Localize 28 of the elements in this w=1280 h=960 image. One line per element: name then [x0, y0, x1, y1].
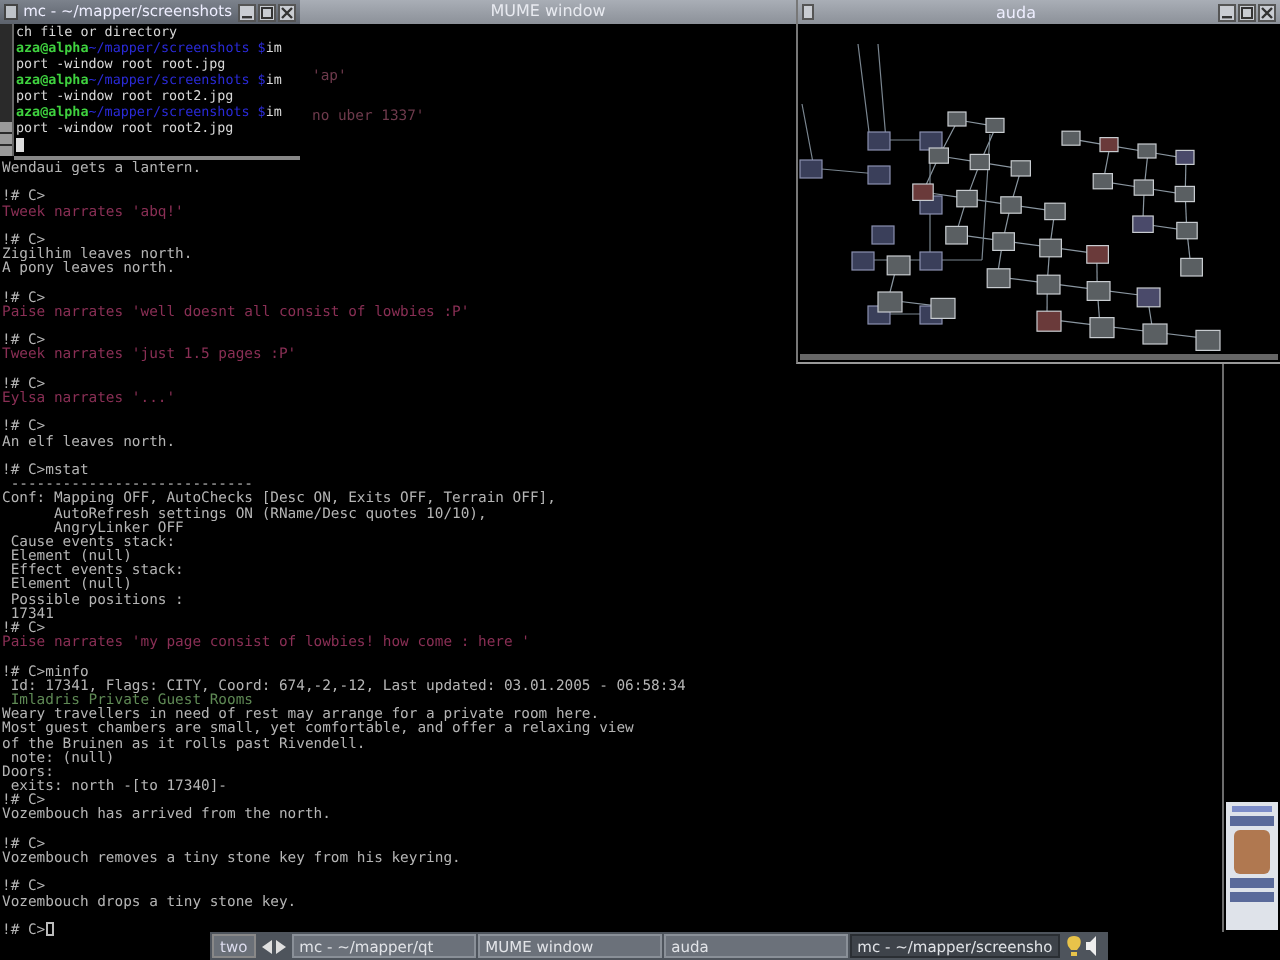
avatar-placeholder	[1234, 830, 1270, 874]
status-stripe	[1230, 878, 1274, 888]
window-menu-icon[interactable]	[4, 4, 18, 20]
text-cursor	[16, 138, 24, 152]
close-icon	[280, 5, 294, 19]
maximize-icon	[260, 5, 274, 19]
status-stripe	[1230, 816, 1274, 826]
maximize-button[interactable]	[258, 3, 276, 21]
lightbulb-icon[interactable]	[1066, 936, 1083, 956]
next-desktop-icon[interactable]	[275, 939, 286, 953]
previous-desktop-icon[interactable]	[261, 939, 272, 953]
status-stripe	[1232, 806, 1272, 812]
status-stripe	[1230, 892, 1274, 902]
window-menu-icon[interactable]	[802, 4, 814, 20]
window-title: auda	[994, 3, 1038, 21]
maximize-icon	[1240, 5, 1254, 19]
horizontal-scrollbar[interactable]	[14, 156, 300, 160]
minimize-button[interactable]	[1218, 3, 1236, 21]
close-button[interactable]	[278, 3, 296, 21]
window-title: MUME window	[490, 0, 606, 24]
scrollbar[interactable]	[0, 24, 14, 156]
text-cursor	[45, 921, 54, 936]
close-button[interactable]	[1258, 3, 1276, 21]
maximize-button[interactable]	[1238, 3, 1256, 21]
close-icon	[1260, 5, 1274, 19]
horizontal-scrollbar[interactable]	[800, 354, 1278, 360]
minimize-button[interactable]	[238, 3, 256, 21]
3d-map-drawing[interactable]	[799, 43, 1221, 351]
